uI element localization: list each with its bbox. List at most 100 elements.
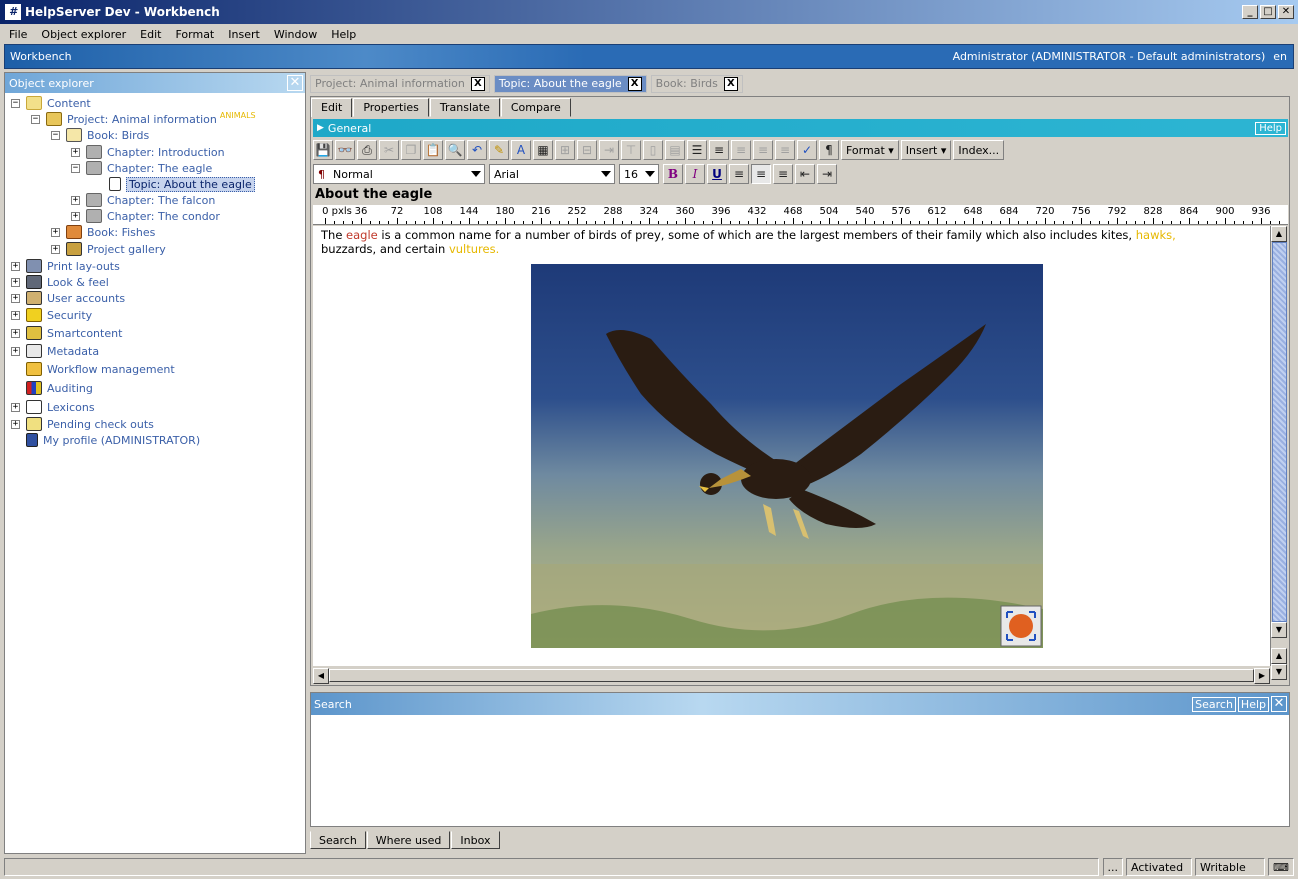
expand-icon[interactable]: +	[11, 402, 20, 412]
cell-icon[interactable]: ▯	[643, 140, 663, 160]
align-right-icon[interactable]: ≡	[773, 164, 793, 184]
tree-node-project[interactable]: − Project: Animal information ANIMALS	[31, 111, 256, 127]
status-dots-button[interactable]: ...	[1102, 858, 1123, 876]
menu-file[interactable]: File	[2, 28, 34, 41]
scroll-right-icon[interactable]: ▶	[1254, 667, 1270, 684]
menu-object-explorer[interactable]: Object explorer	[34, 28, 133, 41]
expand-icon[interactable]: +	[11, 419, 20, 429]
preview-icon[interactable]: 👓	[335, 140, 355, 160]
menu-edit[interactable]: Edit	[133, 28, 168, 41]
collapse-icon[interactable]: −	[31, 114, 40, 124]
tab-search[interactable]: Search	[310, 831, 366, 849]
tab-compare[interactable]: Compare	[500, 97, 571, 117]
grid-icon[interactable]: ▤	[665, 140, 685, 160]
eagle-image[interactable]	[531, 264, 1043, 648]
bold-icon[interactable]: B	[663, 164, 683, 184]
text-style-icon[interactable]: A	[511, 140, 531, 160]
table-icon[interactable]: ▦	[533, 140, 553, 160]
collapse-icon[interactable]: −	[11, 98, 20, 108]
format-menu-button[interactable]: Format ▾	[841, 140, 899, 160]
close-window-button[interactable]: ✕	[1278, 5, 1294, 19]
split-icon[interactable]: ⊤	[621, 140, 641, 160]
expand-icon[interactable]: +	[11, 261, 20, 271]
tree-node-chapter[interactable]: + Chapter: Introduction	[71, 144, 225, 160]
list-style-icon[interactable]: ≡	[775, 140, 795, 160]
outdent-icon[interactable]: ⇤	[795, 164, 815, 184]
expand-arrow-icon[interactable]: ▶	[317, 123, 324, 133]
tree-node-chapter[interactable]: − Chapter: The eagle	[71, 160, 212, 176]
expand-icon[interactable]: +	[11, 277, 20, 287]
tree-node-users[interactable]: + User accounts	[11, 290, 125, 306]
save-icon[interactable]: 💾	[313, 140, 333, 160]
tree-node-checkouts[interactable]: + Pending check outs	[11, 416, 154, 432]
tree-node-print[interactable]: + Print lay-outs	[11, 258, 120, 274]
scroll-left-icon[interactable]: ◀	[313, 667, 329, 684]
paragraph-style-select[interactable]: ¶ Normal	[313, 164, 485, 184]
general-section-bar[interactable]: ▶ General Help	[313, 119, 1288, 137]
tree-node-lexicons[interactable]: + Lexicons	[11, 399, 95, 415]
tree-node-look[interactable]: + Look & feel	[11, 274, 109, 290]
tree-node-chapter[interactable]: + Chapter: The falcon	[71, 192, 215, 208]
undo-icon[interactable]: ↶	[467, 140, 487, 160]
tab-project-animal-information[interactable]: Project: Animal information X	[310, 74, 490, 93]
close-tab-icon[interactable]: X	[627, 76, 642, 91]
merge-icon[interactable]: ⇥	[599, 140, 619, 160]
maximize-button[interactable]: □	[1260, 5, 1276, 19]
expand-icon[interactable]: +	[11, 346, 20, 356]
tab-properties[interactable]: Properties	[353, 97, 429, 117]
general-help-button[interactable]: Help	[1255, 121, 1286, 135]
tree-node-workflow[interactable]: Workflow management	[26, 361, 175, 377]
expand-icon[interactable]: +	[11, 293, 20, 303]
align-center-icon[interactable]: ≡	[751, 164, 771, 184]
keyword-vultures[interactable]: vultures.	[449, 242, 499, 256]
tree-node-chapter[interactable]: + Chapter: The condor	[71, 208, 220, 224]
expand-icon[interactable]: +	[11, 328, 20, 338]
editor-content[interactable]: The eagle is a common name for a number …	[313, 226, 1270, 666]
tree-node-smartcontent[interactable]: + Smartcontent	[11, 325, 122, 341]
align-left-icon[interactable]: ≡	[729, 164, 749, 184]
tree-node-profile[interactable]: My profile (ADMINISTRATOR)	[26, 432, 200, 448]
tab-translate[interactable]: Translate	[429, 97, 500, 117]
zoom-image-icon[interactable]	[1000, 605, 1042, 647]
expand-icon[interactable]: +	[71, 147, 80, 157]
print-icon[interactable]: ⎙	[357, 140, 377, 160]
underline-icon[interactable]: U	[707, 164, 727, 184]
highlight-icon[interactable]: ✎	[489, 140, 509, 160]
expand-icon[interactable]: +	[51, 244, 60, 254]
expand-icon[interactable]: +	[11, 310, 20, 320]
language-code[interactable]: en	[1273, 50, 1293, 63]
tab-where-used[interactable]: Where used	[366, 831, 451, 849]
close-explorer-button[interactable]: ✕	[287, 75, 303, 91]
keyword-hawks[interactable]: hawks,	[1136, 228, 1176, 242]
tab-inbox[interactable]: Inbox	[451, 831, 500, 849]
insert-menu-button[interactable]: Insert ▾	[900, 140, 952, 160]
tab-book-birds[interactable]: Book: Birds X	[650, 74, 743, 93]
list-outdent-icon[interactable]: ≡	[753, 140, 773, 160]
horizontal-scrollbar[interactable]: ◀ ▶	[313, 667, 1270, 684]
menu-window[interactable]: Window	[267, 28, 324, 41]
close-tab-icon[interactable]: X	[470, 76, 485, 91]
scroll-up-icon[interactable]: ▲	[1271, 226, 1287, 242]
tree-node-book-fishes[interactable]: + Book: Fishes	[51, 224, 155, 240]
tab-topic-about-the-eagle[interactable]: Topic: About the eagle X	[493, 74, 647, 93]
close-search-button[interactable]: ✕	[1271, 696, 1287, 712]
indent-icon[interactable]: ⇥	[817, 164, 837, 184]
menu-format[interactable]: Format	[168, 28, 221, 41]
tree-node-auditing[interactable]: Auditing	[26, 380, 93, 396]
vertical-scrollbar[interactable]: ▲ ▼ ▲ ▼	[1270, 226, 1288, 680]
tree-node-security[interactable]: + Security	[11, 307, 92, 323]
tree-node-book-birds[interactable]: − Book: Birds	[51, 127, 149, 143]
scroll-page-up-icon[interactable]: ▲	[1271, 648, 1287, 664]
insert-row-icon[interactable]: ⊞	[555, 140, 575, 160]
copy-icon[interactable]: ❐	[401, 140, 421, 160]
italic-icon[interactable]: I	[685, 164, 705, 184]
cut-icon[interactable]: ✂	[379, 140, 399, 160]
keyword-eagle[interactable]: eagle	[346, 228, 378, 242]
font-family-select[interactable]: Arial	[489, 164, 615, 184]
body-paragraph[interactable]: The eagle is a common name for a number …	[321, 228, 1221, 256]
expand-icon[interactable]: +	[51, 227, 60, 237]
minimize-button[interactable]: _	[1242, 5, 1258, 19]
expand-icon[interactable]: +	[71, 211, 80, 221]
find-icon[interactable]: 🔍	[445, 140, 465, 160]
spellcheck-icon[interactable]: ✓	[797, 140, 817, 160]
